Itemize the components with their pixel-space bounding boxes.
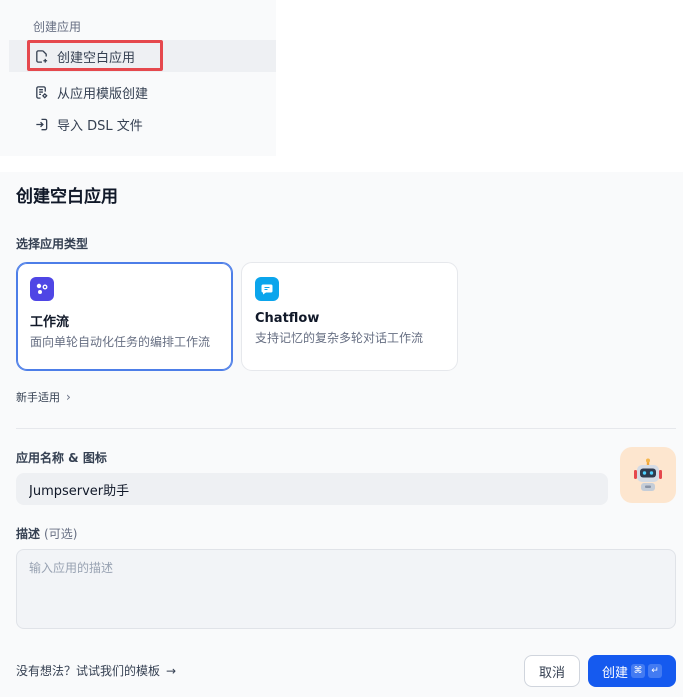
- menu-item-label: 导入 DSL 文件: [57, 118, 143, 134]
- cancel-button[interactable]: 取消: [524, 655, 580, 687]
- menu-item-create-blank-app[interactable]: 创建空白应用: [9, 40, 276, 72]
- divider: [16, 428, 676, 429]
- app-name-input[interactable]: [16, 473, 608, 505]
- menu-item-label: 创建空白应用: [57, 50, 136, 66]
- type-name: Chatflow: [255, 311, 320, 326]
- menu-item-from-template[interactable]: 从应用模版创建: [9, 76, 276, 108]
- dialog-title: 创建空白应用: [16, 187, 118, 207]
- try-template-link[interactable]: 没有想法？试试我们的模板 →: [16, 662, 176, 679]
- template-file-icon: [33, 84, 49, 100]
- type-card-chatflow[interactable]: Chatflow 支持记忆的复杂多轮对话工作流: [241, 262, 458, 371]
- menu-item-import-dsl[interactable]: 导入 DSL 文件: [9, 108, 276, 140]
- optional-hint: (可选): [44, 527, 78, 541]
- enter-key-icon: ↵: [648, 664, 662, 678]
- app-icon-picker[interactable]: [620, 447, 676, 503]
- command-key-icon: ⌘: [631, 664, 645, 678]
- type-name: 工作流: [30, 315, 70, 330]
- blank-app-icon: [33, 48, 49, 64]
- create-button-label: 创建: [601, 665, 628, 681]
- chatflow-icon: [255, 277, 279, 301]
- beginner-label: 新手适用: [16, 391, 60, 404]
- create-blank-app-dialog: 创建空白应用 选择应用类型 工作流 面向单轮自动化任务的编排工作流 Chatfl…: [0, 172, 683, 697]
- template-hint-text: 没有想法？试试我们的模板: [16, 664, 161, 678]
- robot-icon: [634, 458, 662, 491]
- beginner-toggle[interactable]: 新手适用 ›: [16, 389, 71, 405]
- app-name-label: 应用名称 & 图标: [16, 451, 107, 465]
- menu-title: 创建应用: [33, 20, 82, 34]
- app-type-label: 选择应用类型: [16, 237, 89, 251]
- import-icon: [33, 116, 49, 132]
- description-label-text: 描述: [16, 527, 41, 541]
- type-card-workflow[interactable]: 工作流 面向单轮自动化任务的编排工作流: [16, 262, 233, 371]
- type-desc: 面向单轮自动化任务的编排工作流: [30, 335, 211, 349]
- create-app-menu: 创建应用 创建空白应用 从应用模版创建 导入 DSL 文件: [0, 0, 276, 156]
- type-desc: 支持记忆的复杂多轮对话工作流: [255, 331, 424, 345]
- chevron-right-icon: ›: [66, 390, 71, 404]
- create-button[interactable]: 创建 ⌘ ↵: [588, 655, 676, 687]
- description-textarea[interactable]: [16, 549, 676, 629]
- workflow-icon: [30, 277, 54, 301]
- arrow-right-icon: →: [166, 663, 177, 678]
- description-label: 描述 (可选): [16, 525, 77, 542]
- menu-item-label: 从应用模版创建: [57, 86, 149, 102]
